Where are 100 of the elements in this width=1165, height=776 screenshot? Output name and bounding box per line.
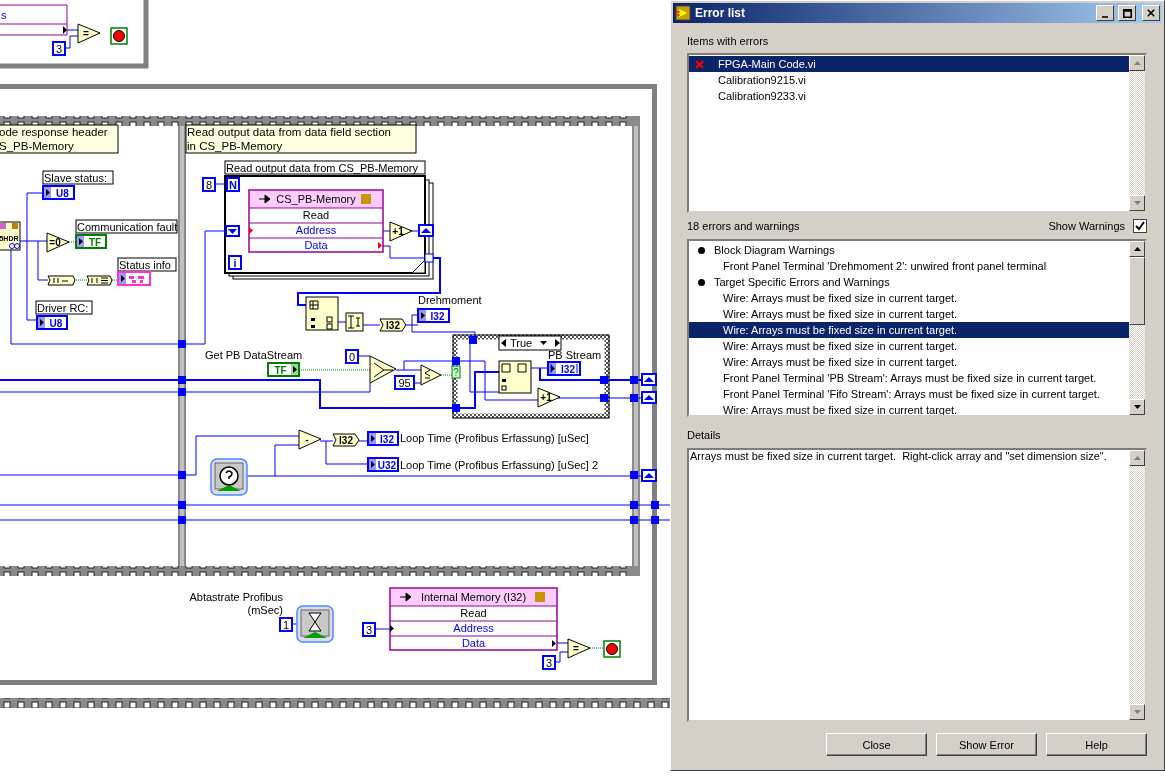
scrollbar-thumb[interactable] xyxy=(1129,257,1145,325)
count-label: 18 errors and warnings xyxy=(687,220,801,232)
list-item[interactable]: Wire: Arrays must be fixed size in current target. xyxy=(689,322,1129,338)
section-label: Details xyxy=(687,429,722,443)
memory-node: CS_PB-Memory Read Address Data xyxy=(248,189,384,253)
list-item[interactable]: Calibration9215.vi xyxy=(689,72,1129,88)
scrollbar[interactable] xyxy=(1129,241,1145,415)
shift-register xyxy=(418,224,434,237)
terminal: TF xyxy=(267,362,300,377)
case-selector: True xyxy=(498,335,562,351)
wire-tunnel xyxy=(452,404,460,412)
label: Loop Time (Profibus Erfassung) [uSec] xyxy=(400,432,589,444)
label: PB Stream xyxy=(548,349,602,361)
down-arrow-icon xyxy=(1133,201,1141,205)
comment-label: ode response header S_PB-Memory xyxy=(0,124,119,154)
maximize-icon xyxy=(1122,8,1132,18)
list-item[interactable]: Front Panel Terminal 'PB Stream': Arrays must be fixed size in current target. xyxy=(689,370,1129,386)
label-box: Communication fault xyxy=(75,219,178,234)
list-item[interactable]: Block Diagram Warnings xyxy=(689,242,1129,258)
wire xyxy=(556,642,569,644)
scroll-down-button[interactable] xyxy=(1129,399,1145,415)
wire-tunnel xyxy=(452,357,460,365)
loop-terminal: N xyxy=(226,177,240,192)
array-to-cluster-icon xyxy=(86,275,113,286)
numeric-constant: 8 xyxy=(202,177,216,192)
wire-tunnel xyxy=(630,471,638,479)
label: Drehmoment xyxy=(418,294,482,306)
label-box: Driver RC: xyxy=(35,300,93,315)
dialog-button[interactable]: Close xyxy=(826,733,927,756)
terminal: I32 xyxy=(547,361,581,376)
minimize-button[interactable] xyxy=(1096,5,1114,21)
wire-tunnel xyxy=(630,394,638,402)
dialog-button[interactable]: Help xyxy=(1046,733,1147,756)
wire xyxy=(362,324,381,326)
list-item[interactable]: Wire: Arrays must be fixed size in current target. xyxy=(689,290,1129,306)
wire xyxy=(373,628,391,630)
close-button[interactable] xyxy=(1142,5,1160,21)
label-box: Read output data from CS_PB-Memory xyxy=(224,160,426,175)
label: (mSec) xyxy=(247,604,283,616)
down-arrow-icon xyxy=(1133,405,1141,409)
label: Get PB DataStream xyxy=(205,349,303,361)
list-item[interactable]: Front Panel Terminal 'Drehmoment 2': unwired front panel terminal xyxy=(689,258,1129,274)
wire-tunnel xyxy=(178,340,186,348)
list-item[interactable]: Wire: Arrays must be fixed size in current target. xyxy=(689,306,1129,322)
scroll-up-button[interactable] xyxy=(1129,450,1145,466)
wire xyxy=(440,374,453,376)
terminal: U8 xyxy=(42,185,75,200)
function-node: - xyxy=(298,429,322,450)
list-item[interactable]: FPGA-Main Code.vi xyxy=(689,56,1129,72)
scroll-down-button[interactable] xyxy=(1129,195,1145,211)
label-box: Slave status: xyxy=(42,170,114,185)
list-item[interactable]: Target Specific Errors and Warnings xyxy=(689,274,1129,290)
section-label: Items with errors xyxy=(687,35,770,49)
wire xyxy=(290,623,298,625)
index-array-node xyxy=(305,296,339,331)
shift-register xyxy=(641,391,657,404)
maximize-button[interactable] xyxy=(1118,5,1136,21)
scroll-down-button[interactable] xyxy=(1129,704,1145,720)
loop-terminal: i xyxy=(228,255,242,270)
wire xyxy=(213,183,227,185)
down-arrow-icon xyxy=(1133,710,1141,714)
terminal: TF xyxy=(75,234,107,249)
scroll-up-button[interactable] xyxy=(1129,55,1145,71)
stop-icon xyxy=(110,27,128,45)
numeric-constant: 3 xyxy=(362,622,376,637)
scrollbar[interactable] xyxy=(1129,55,1145,211)
minimize-icon xyxy=(1102,15,1108,18)
terminal: I32 xyxy=(367,431,399,446)
wait-icon xyxy=(296,605,334,643)
list-item[interactable]: Front Panel Terminal 'Fifo Stream': Arrays must be fixed size in current target. xyxy=(689,386,1129,402)
conversion-node: I32 xyxy=(332,433,360,447)
numeric-constant: 3 xyxy=(52,41,66,56)
wire xyxy=(553,651,569,663)
memory-node-field: s xyxy=(1,9,7,21)
function-node: +1 xyxy=(537,387,561,408)
terminal: U8 xyxy=(36,315,68,330)
numeric-constant: 3 xyxy=(542,655,556,670)
shift-register xyxy=(225,225,240,237)
join-numbers-icon xyxy=(345,312,364,332)
label-box: Status info xyxy=(117,257,177,272)
label: Abtastrate Profibus xyxy=(189,591,283,603)
up-arrow-icon xyxy=(1133,247,1141,251)
build-array-node xyxy=(498,360,532,394)
scroll-up-button[interactable] xyxy=(1129,241,1145,257)
wire xyxy=(63,35,79,49)
checkbox[interactable] xyxy=(1133,219,1147,233)
wire xyxy=(382,230,391,232)
bullet-icon xyxy=(698,246,705,254)
less-equal-icon xyxy=(420,364,442,386)
checkbox-label: Show Warnings xyxy=(1048,220,1125,232)
list-item[interactable]: Wire: Arrays must be fixed size in current target. xyxy=(689,354,1129,370)
wire-tunnel xyxy=(424,253,434,263)
terminal: U32 xyxy=(367,457,399,472)
unbundle-node-icon xyxy=(47,275,76,286)
dialog-button[interactable]: Show Error xyxy=(936,733,1037,756)
numeric-constant: 95 xyxy=(394,375,415,390)
scrollbar[interactable] xyxy=(1129,450,1145,720)
list-item[interactable]: Calibration9233.vi xyxy=(689,88,1129,104)
memory-node: Internal Memory (I32) Read Address Data xyxy=(389,587,558,651)
list-item[interactable]: Wire: Arrays must be fixed size in current target. xyxy=(689,338,1129,354)
